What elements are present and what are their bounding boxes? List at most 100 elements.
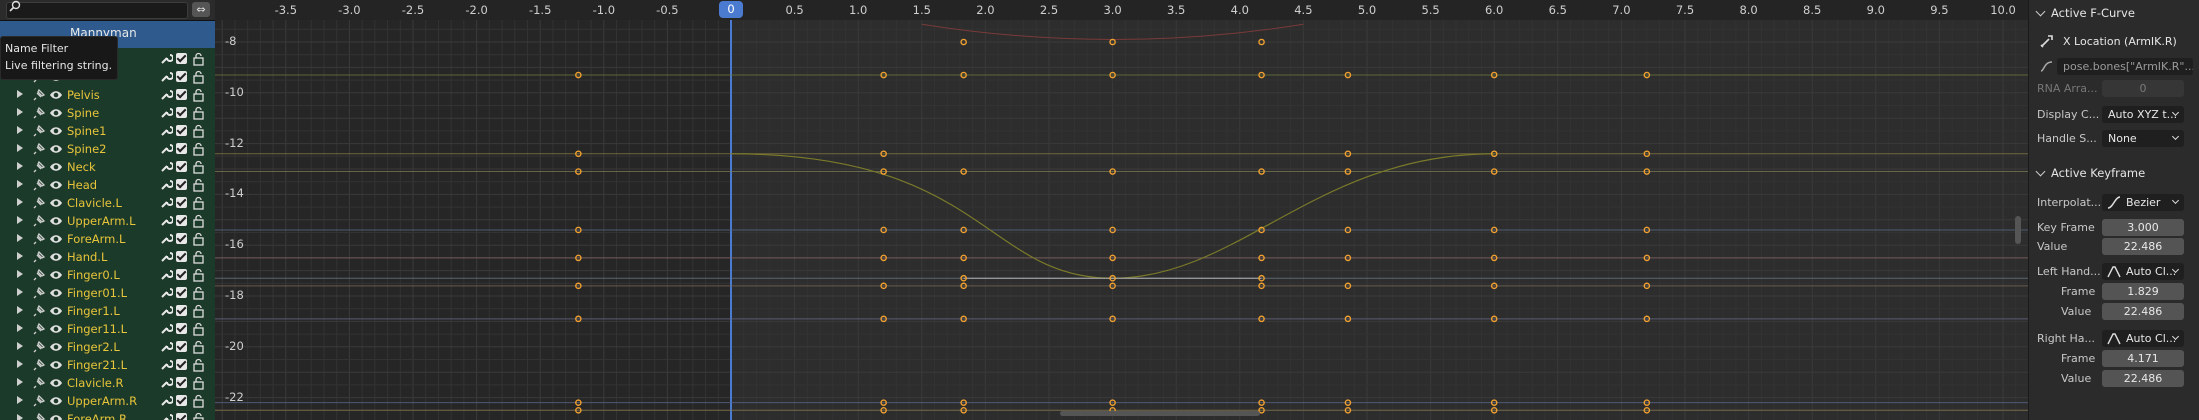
- eye-icon[interactable]: [49, 89, 63, 101]
- channel-enable-checkbox[interactable]: [176, 377, 187, 388]
- channel-enable-checkbox[interactable]: [176, 251, 187, 262]
- left-handle-type-dropdown[interactable]: Auto Cl...: [2102, 263, 2184, 280]
- channel-enable-checkbox[interactable]: [176, 197, 187, 208]
- eye-icon[interactable]: [49, 305, 63, 317]
- eye-icon[interactable]: [49, 359, 63, 371]
- lock-icon[interactable]: [192, 358, 205, 372]
- channel-enable-checkbox[interactable]: [176, 287, 187, 298]
- wrench-icon[interactable]: [160, 196, 173, 209]
- pin-icon[interactable]: [32, 214, 46, 228]
- channel-row[interactable]: ForeArm.L: [0, 230, 215, 248]
- channel-row[interactable]: Finger0.L: [0, 266, 215, 284]
- pin-icon[interactable]: [32, 268, 46, 282]
- active-keyframe-panel-header[interactable]: Active Keyframe: [2029, 163, 2199, 183]
- channel-row[interactable]: Hand.L: [0, 248, 215, 266]
- expand-triangle-icon[interactable]: [17, 378, 23, 386]
- pin-icon[interactable]: [32, 250, 46, 264]
- eye-icon[interactable]: [49, 287, 63, 299]
- handle-smoothing-dropdown[interactable]: None: [2102, 130, 2184, 147]
- key-frame-field[interactable]: 3.000: [2102, 219, 2184, 236]
- channel-enable-checkbox[interactable]: [176, 71, 187, 82]
- channel-enable-checkbox[interactable]: [176, 53, 187, 64]
- wrench-icon[interactable]: [160, 286, 173, 299]
- pin-icon[interactable]: [32, 394, 46, 408]
- channel-enable-checkbox[interactable]: [176, 215, 187, 226]
- right-frame-field[interactable]: 4.171: [2102, 350, 2184, 367]
- channel-row[interactable]: ForeArm.R: [0, 410, 215, 420]
- channel-enable-checkbox[interactable]: [176, 395, 187, 406]
- pin-icon[interactable]: [32, 376, 46, 390]
- wrench-icon[interactable]: [160, 358, 173, 371]
- wrench-icon[interactable]: [160, 178, 173, 191]
- lock-icon[interactable]: [192, 70, 205, 84]
- pin-icon[interactable]: [32, 358, 46, 372]
- eye-icon[interactable]: [49, 107, 63, 119]
- pin-icon[interactable]: [32, 178, 46, 192]
- channel-row[interactable]: Clavicle.L: [0, 194, 215, 212]
- channel-row[interactable]: Finger01.L: [0, 284, 215, 302]
- eye-icon[interactable]: [49, 323, 63, 335]
- channel-row[interactable]: Spine: [0, 104, 215, 122]
- lock-icon[interactable]: [192, 376, 205, 390]
- pin-icon[interactable]: [32, 412, 46, 420]
- eye-icon[interactable]: [49, 269, 63, 281]
- lock-icon[interactable]: [192, 196, 205, 210]
- wrench-icon[interactable]: [160, 124, 173, 137]
- channel-row[interactable]: Spine2: [0, 140, 215, 158]
- lock-icon[interactable]: [192, 394, 205, 408]
- expand-triangle-icon[interactable]: [17, 270, 23, 278]
- expand-triangle-icon[interactable]: [17, 198, 23, 206]
- lock-icon[interactable]: [192, 268, 205, 282]
- expand-triangle-icon[interactable]: [17, 180, 23, 188]
- expand-triangle-icon[interactable]: [17, 144, 23, 152]
- wrench-icon[interactable]: [160, 250, 173, 263]
- pin-icon[interactable]: [32, 196, 46, 210]
- wrench-icon[interactable]: [160, 106, 173, 119]
- graph-editor-canvas[interactable]: -3.5 -3.0 -2.5 -2.0 -1.5 -1.0 -0.5 0.5 1.0 1.5 2.0…: [215, 0, 2028, 420]
- wrench-icon[interactable]: [160, 52, 173, 65]
- rna-array-field[interactable]: 0: [2102, 80, 2184, 97]
- filter-toggle-button[interactable]: ⇔: [192, 2, 210, 17]
- display-color-dropdown[interactable]: Auto XYZ t...: [2102, 106, 2184, 123]
- key-value-field[interactable]: 22.486: [2102, 238, 2184, 255]
- lock-icon[interactable]: [192, 52, 205, 66]
- pin-icon[interactable]: [32, 322, 46, 336]
- wrench-icon[interactable]: [160, 304, 173, 317]
- channel-enable-checkbox[interactable]: [176, 413, 187, 420]
- lock-icon[interactable]: [192, 322, 205, 336]
- right-value-field[interactable]: 22.486: [2102, 370, 2184, 387]
- lock-icon[interactable]: [192, 142, 205, 156]
- expand-triangle-icon[interactable]: [17, 396, 23, 404]
- wrench-icon[interactable]: [160, 412, 173, 420]
- expand-triangle-icon[interactable]: [17, 306, 23, 314]
- left-frame-field[interactable]: 1.829: [2102, 283, 2184, 300]
- pin-icon[interactable]: [32, 88, 46, 102]
- lock-icon[interactable]: [192, 232, 205, 246]
- wrench-icon[interactable]: [160, 394, 173, 407]
- channel-row[interactable]: Spine1: [0, 122, 215, 140]
- search-input[interactable]: [6, 0, 188, 19]
- channel-enable-checkbox[interactable]: [176, 233, 187, 244]
- curve-canvas[interactable]: [215, 0, 2028, 420]
- eye-icon[interactable]: [49, 179, 63, 191]
- eye-icon[interactable]: [49, 413, 63, 420]
- wrench-icon[interactable]: [160, 322, 173, 335]
- channel-enable-checkbox[interactable]: [176, 359, 187, 370]
- expand-triangle-icon[interactable]: [17, 252, 23, 260]
- active-fcurve-panel-header[interactable]: Active F-Curve: [2029, 3, 2199, 23]
- pin-icon[interactable]: [32, 160, 46, 174]
- eye-icon[interactable]: [49, 377, 63, 389]
- channel-enable-checkbox[interactable]: [176, 323, 187, 334]
- channel-enable-checkbox[interactable]: [176, 305, 187, 316]
- eye-icon[interactable]: [49, 251, 63, 263]
- wrench-icon[interactable]: [160, 376, 173, 389]
- lock-icon[interactable]: [192, 250, 205, 264]
- wrench-icon[interactable]: [160, 142, 173, 155]
- wrench-icon[interactable]: [160, 340, 173, 353]
- expand-triangle-icon[interactable]: [17, 108, 23, 116]
- expand-triangle-icon[interactable]: [17, 324, 23, 332]
- channel-row[interactable]: Clavicle.R: [0, 374, 215, 392]
- lock-icon[interactable]: [192, 160, 205, 174]
- expand-triangle-icon[interactable]: [17, 216, 23, 224]
- eye-icon[interactable]: [49, 215, 63, 227]
